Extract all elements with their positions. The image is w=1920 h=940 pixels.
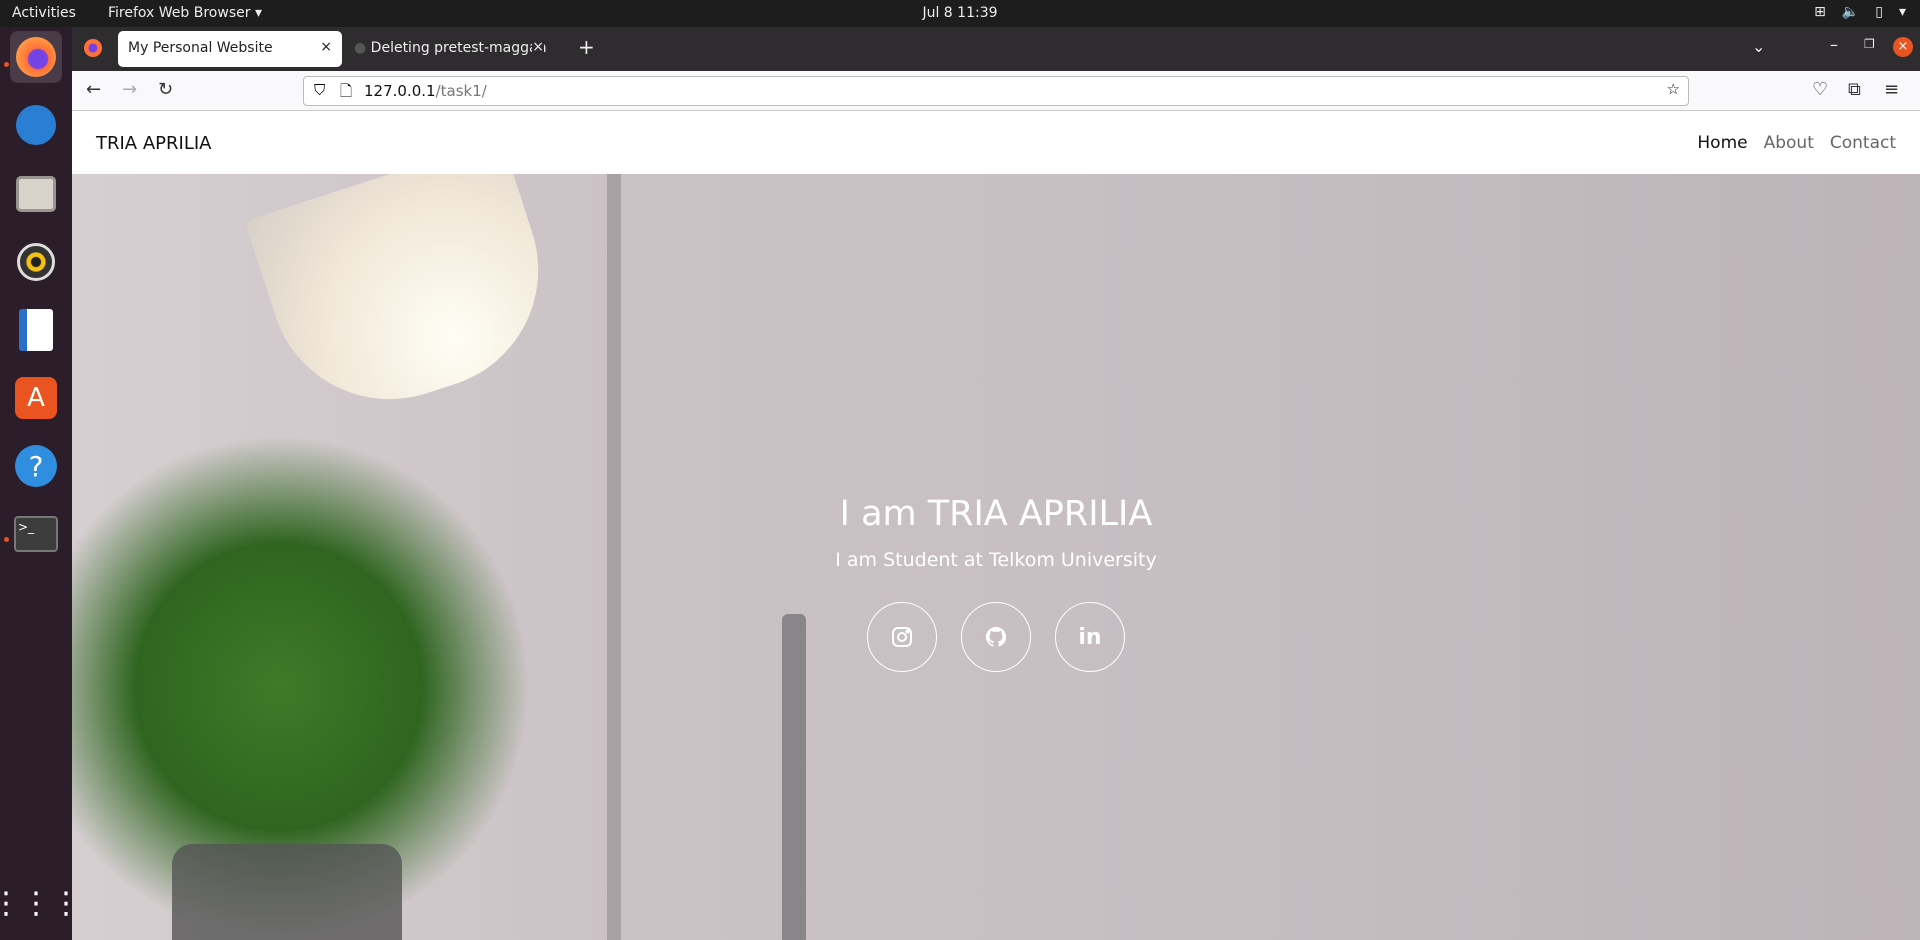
close-tab-icon[interactable]: × (532, 39, 544, 55)
instagram-icon (892, 627, 912, 647)
activities-button[interactable]: Activities (12, 5, 76, 21)
forward-icon[interactable]: → (122, 79, 137, 100)
nav-contact[interactable]: Contact (1830, 133, 1896, 153)
restore-icon[interactable]: ❐ (1864, 37, 1875, 51)
rhythmbox-icon[interactable] (10, 236, 62, 288)
site-nav: Home About Contact (1697, 133, 1896, 153)
shield-icon[interactable]: ⛉ (314, 81, 325, 99)
site-brand[interactable]: TRIA APRILIA (96, 133, 211, 154)
url-path: /task1/ (435, 82, 487, 100)
background-jar (172, 844, 402, 940)
close-window-icon[interactable]: × (1893, 37, 1913, 57)
libreoffice-writer-icon[interactable] (10, 304, 62, 356)
clock[interactable]: Jul 8 11:39 (0, 5, 1920, 21)
social-links: in (72, 602, 1920, 672)
new-tab-icon[interactable]: + (578, 35, 595, 59)
volume-icon[interactable]: 🔈 (1842, 4, 1859, 20)
nav-home[interactable]: Home (1697, 133, 1747, 153)
extensions-icon[interactable]: ⧉ (1848, 79, 1861, 100)
system-top-bar: Activities Firefox Web Browser ▾ Jul 8 1… (0, 0, 1920, 27)
files-icon[interactable] (10, 168, 62, 220)
tab-label: Deleting pretest-maggan (370, 40, 547, 56)
hero-section: I am TRIA APRILIA I am Student at Telkom… (72, 174, 1920, 940)
show-apps-icon[interactable]: ⋮⋮⋮ (0, 877, 81, 929)
minimize-icon[interactable]: – (1830, 35, 1838, 54)
dock: A ? >_ ⋮⋮⋮ (0, 27, 81, 940)
system-menu-icon[interactable]: ▾ (1899, 4, 1906, 20)
url-host: 127.0.0.1 (364, 82, 436, 100)
network-icon[interactable]: ⊞ (1814, 4, 1826, 20)
github-icon (985, 626, 1007, 647)
back-icon[interactable]: ← (86, 79, 101, 100)
terminal-icon[interactable]: >_ (10, 508, 62, 560)
pocket-icon[interactable]: ♡ (1812, 79, 1828, 100)
url-bar[interactable]: ⛉ 🗋 127.0.0.1/task1/ ☆ (303, 76, 1689, 106)
hero-subtitle: I am Student at Telkom University (835, 549, 1157, 571)
linkedin-button[interactable]: in (1055, 602, 1125, 672)
tab-list-icon[interactable]: ⌄ (1752, 37, 1765, 56)
tab-my-personal-website[interactable]: My Personal Website × (118, 31, 342, 67)
hero-title: I am TRIA APRILIA (839, 494, 1153, 534)
firefox-view-icon[interactable] (84, 39, 102, 57)
linkedin-icon: in (1078, 624, 1102, 650)
background-lamp (244, 174, 570, 431)
site-header: TRIA APRILIA Home About Contact (72, 111, 1920, 174)
close-tab-icon[interactable]: × (320, 39, 332, 55)
app-center-icon[interactable]: A (10, 372, 62, 424)
instagram-button[interactable] (867, 602, 937, 672)
tab-bar: My Personal Website × ● Deleting pretest-… (72, 27, 1920, 71)
page-icon: 🗋 (340, 82, 353, 100)
firefox-icon[interactable] (10, 31, 62, 83)
thunderbird-icon[interactable] (10, 99, 62, 151)
help-icon[interactable]: ? (10, 440, 62, 492)
nav-about[interactable]: About (1764, 133, 1814, 153)
github-icon: ● (354, 40, 367, 56)
app-menu[interactable]: Firefox Web Browser ▾ (108, 5, 262, 21)
reload-icon[interactable]: ↻ (158, 79, 173, 100)
github-button[interactable] (961, 602, 1031, 672)
battery-icon[interactable]: ▯ (1875, 4, 1883, 20)
bookmark-star-icon[interactable]: ☆ (1667, 80, 1680, 98)
tab-deleting[interactable]: ● Deleting pretest-maggan × (344, 31, 554, 67)
navigation-toolbar: ← → ↻ ⛉ 🗋 127.0.0.1/task1/ ☆ ♡ ⧉ ≡ (72, 71, 1920, 111)
tab-label: My Personal Website (128, 40, 273, 56)
menu-icon[interactable]: ≡ (1884, 79, 1899, 100)
